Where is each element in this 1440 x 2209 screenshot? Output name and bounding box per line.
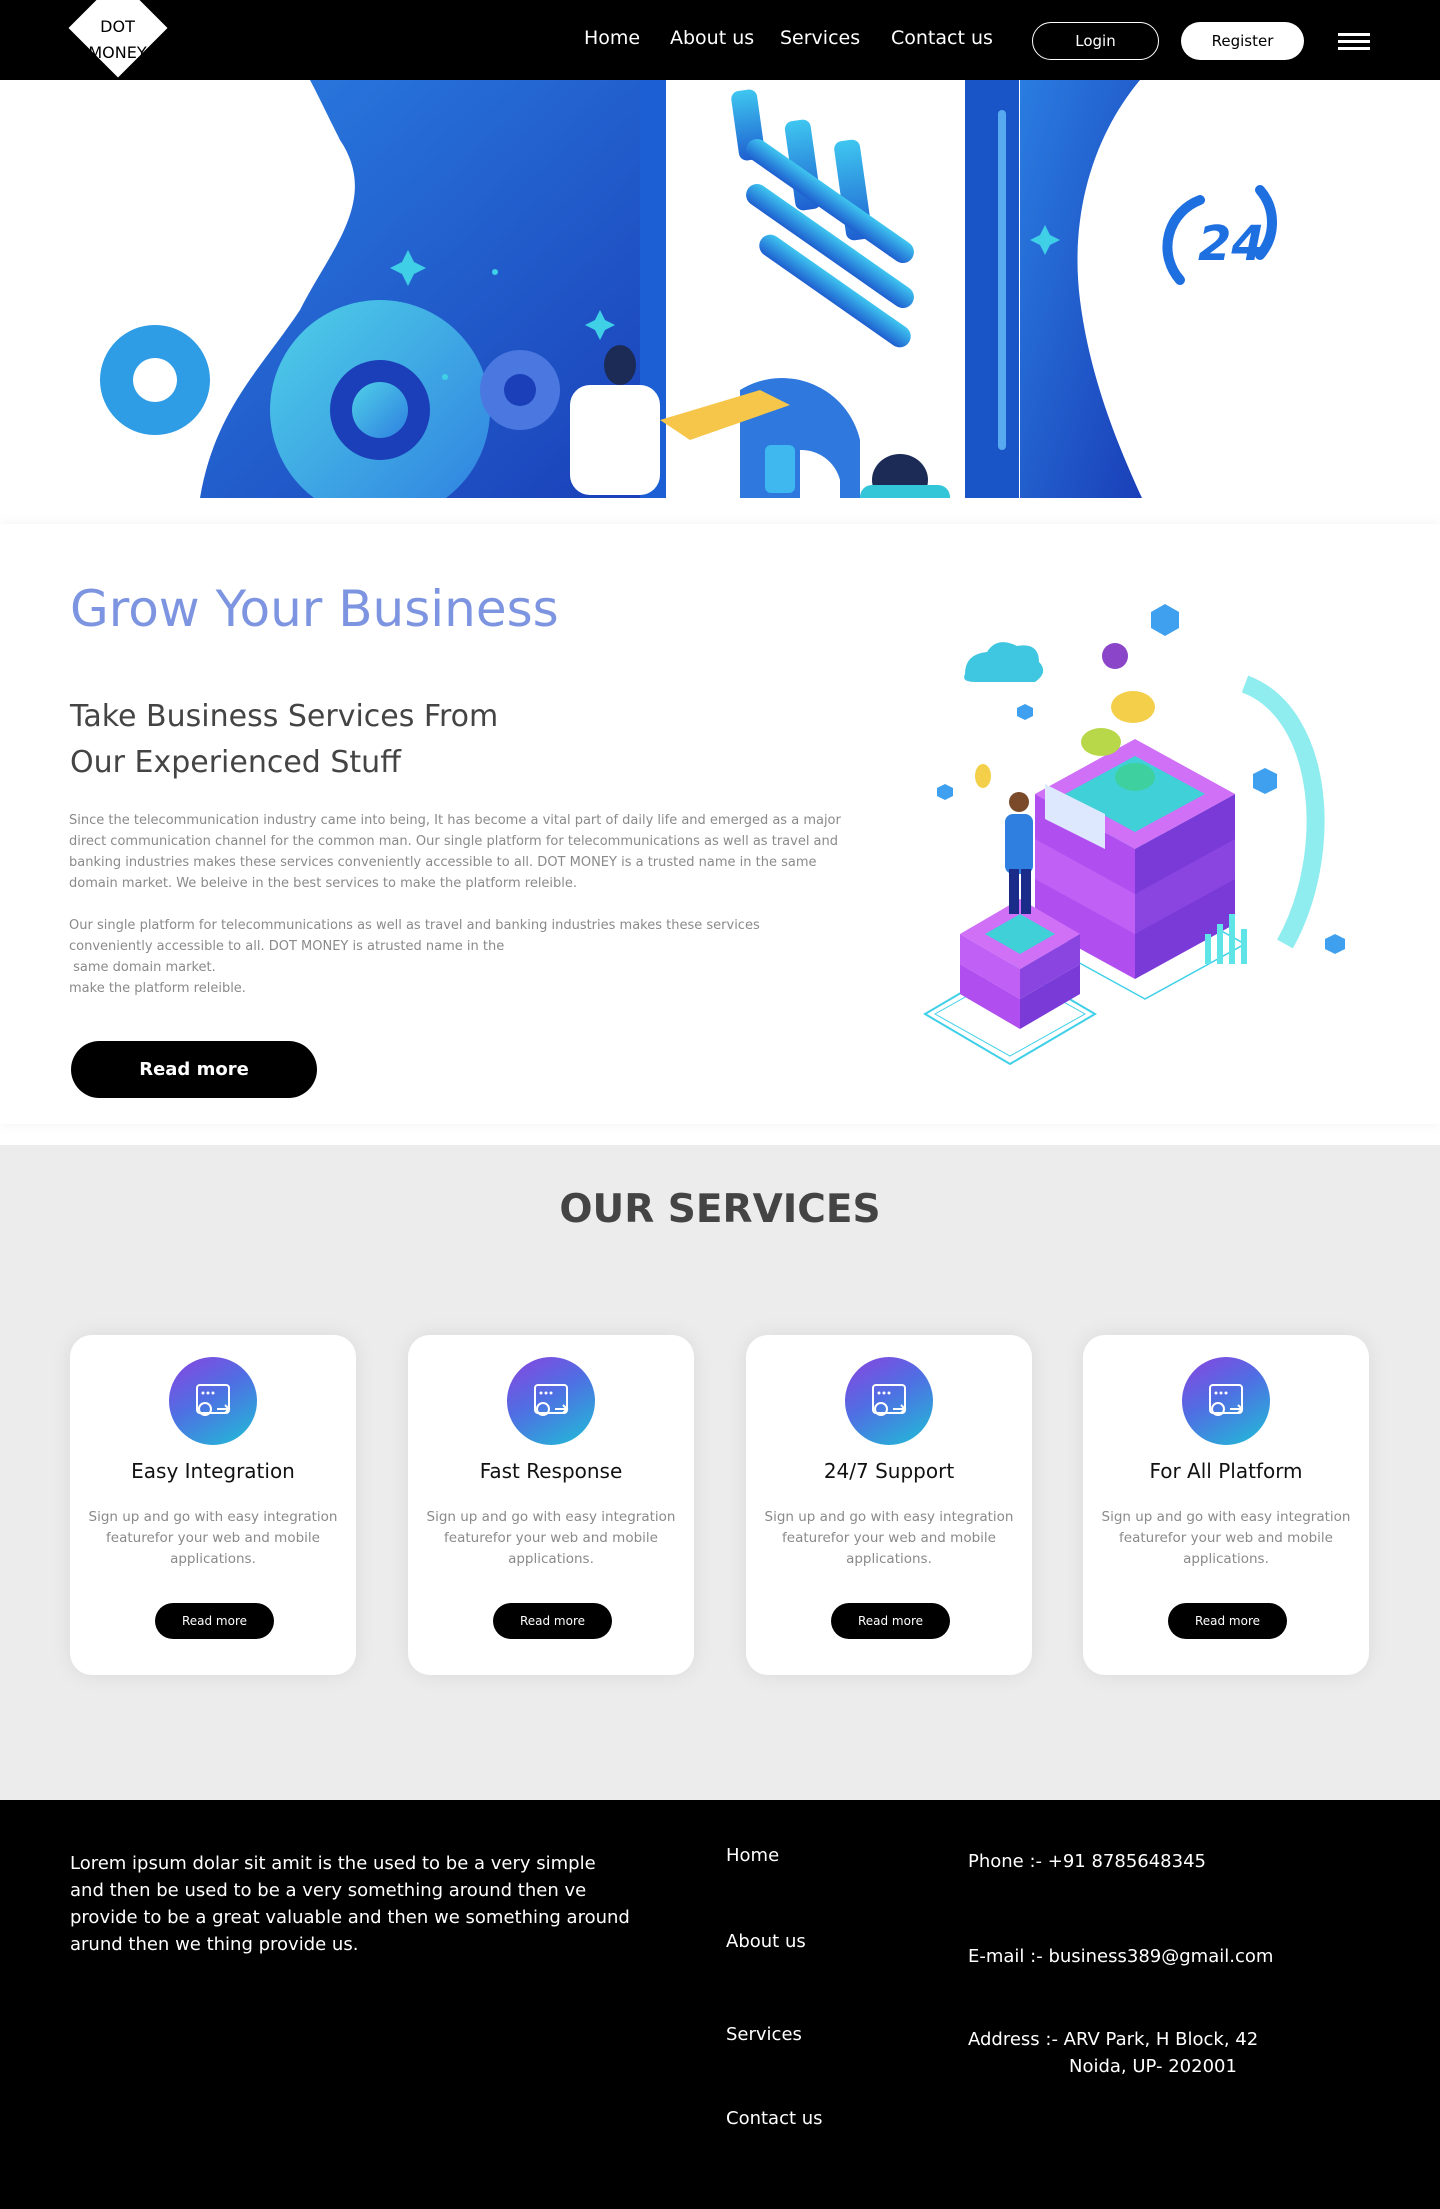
service-card-support: 24/7 Support Sign up and go with easy in…: [746, 1335, 1032, 1675]
footer-link-home[interactable]: Home: [726, 1845, 779, 1866]
service-card-title: 24/7 Support: [823, 1459, 955, 1483]
services-section: OUR SERVICES Easy Integration Sign up an…: [0, 1145, 1440, 1800]
grow-subtitle-line-2: Our Experienced Stuff: [70, 745, 401, 780]
footer-link-contact[interactable]: Contact us: [726, 2108, 823, 2129]
service-card-description: Sign up and go with easy integration fea…: [88, 1509, 338, 1567]
logo[interactable]: DOT MONEY: [68, 0, 168, 80]
grow-subtitle-line-1: Take Business Services From: [70, 699, 499, 734]
integration-icon: [845, 1357, 933, 1445]
footer-email: E-mail :- business389@gmail.com: [968, 1946, 1274, 1967]
footer-address-line-1: Address :- ARV Park, H Block, 42: [968, 2029, 1259, 2050]
grow-paragraph-2: Our single platform for telecommunicatio…: [69, 915, 859, 999]
grow-paragraph-2-line-3: same domain market.: [69, 960, 216, 975]
service-card-read-more-button[interactable]: Read more: [831, 1603, 950, 1639]
grow-paragraph-2-line-1: Our single platform for telecommunicatio…: [69, 918, 760, 933]
isometric-server-illustration: [923, 604, 1345, 1066]
service-card-read-more-button[interactable]: Read more: [493, 1603, 612, 1639]
services-title: OUR SERVICES: [559, 1187, 881, 1232]
grow-business-section: Grow Your Business Take Business Service…: [0, 524, 1440, 1124]
service-card-title: For All Platform: [1149, 1459, 1303, 1483]
hero-illustration: 24: [100, 80, 1277, 498]
logo-line-2: MONEY: [88, 43, 147, 62]
service-card-fast-response: Fast Response Sign up and go with easy i…: [408, 1335, 694, 1675]
footer: Lorem ipsum dolar sit amit is the used t…: [0, 1800, 1440, 2209]
grow-subtitle: Take Business Services From Our Experien…: [70, 694, 630, 786]
logo-text: DOT MONEY: [70, 14, 165, 66]
nav-link-home[interactable]: Home: [584, 27, 640, 49]
top-navbar: DOT MONEY Home About us Services Contact…: [0, 0, 1440, 80]
hero-24-badge: 24: [1198, 216, 1265, 272]
service-card-read-more-button[interactable]: Read more: [155, 1603, 274, 1639]
integration-icon: [169, 1357, 257, 1445]
grow-read-more-button[interactable]: Read more: [71, 1041, 317, 1098]
grow-title: Grow Your Business: [70, 580, 559, 638]
hamburger-menu-icon[interactable]: [1338, 33, 1370, 51]
logo-line-1: DOT: [100, 17, 135, 36]
nav-link-about[interactable]: About us: [670, 27, 754, 49]
service-card-title: Fast Response: [479, 1459, 623, 1483]
service-card-description: Sign up and go with easy integration fea…: [1101, 1509, 1351, 1567]
service-card-description: Sign up and go with easy integration fea…: [764, 1509, 1014, 1567]
footer-link-about[interactable]: About us: [726, 1931, 806, 1952]
footer-address-line-2: Noida, UP- 202001: [1069, 2056, 1237, 2077]
footer-link-services[interactable]: Services: [726, 2024, 802, 2045]
integration-icon: [507, 1357, 595, 1445]
service-card-read-more-button[interactable]: Read more: [1168, 1603, 1287, 1639]
footer-about-text: Lorem ipsum dolar sit amit is the used t…: [70, 1853, 630, 1955]
footer-phone: Phone :- +91 8785648345: [968, 1851, 1206, 1872]
grow-paragraph-2-line-2: conveniently accessible to all. DOT MONE…: [69, 939, 505, 954]
hero-banner: 24: [0, 80, 1440, 498]
footer-address: Address :- ARV Park, H Block, 42 Noida, …: [968, 2026, 1258, 2080]
nav-link-contact[interactable]: Contact us: [891, 27, 993, 49]
service-card-easy-integration: Easy Integration Sign up and go with eas…: [70, 1335, 356, 1675]
nav-link-services[interactable]: Services: [780, 27, 860, 49]
integration-icon: [1182, 1357, 1270, 1445]
service-card-description: Sign up and go with easy integration fea…: [426, 1509, 676, 1567]
login-button[interactable]: Login: [1032, 22, 1159, 60]
register-button[interactable]: Register: [1181, 22, 1304, 60]
service-card-title: Easy Integration: [131, 1459, 295, 1483]
grow-paragraph-2-line-4: make the platform releible.: [69, 981, 246, 996]
grow-paragraph-1: Since the telecommunication industry cam…: [69, 813, 841, 891]
service-card-all-platform: For All Platform Sign up and go with eas…: [1083, 1335, 1369, 1675]
